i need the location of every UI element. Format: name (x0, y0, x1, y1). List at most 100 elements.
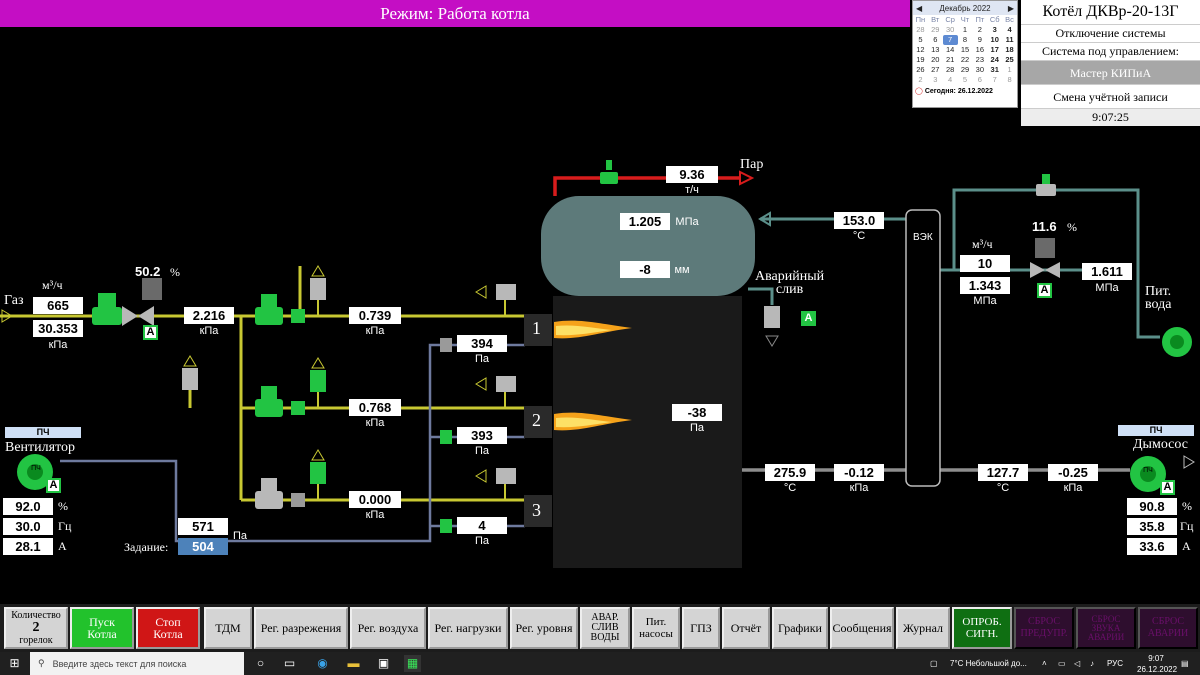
calendar-day[interactable]: 8 (1002, 75, 1017, 85)
weather-text[interactable]: 7°C Небольшой до... (950, 652, 1027, 675)
calendar-day[interactable]: 22 (958, 55, 973, 65)
file-explorer-icon[interactable]: ▬ (345, 655, 362, 672)
fan-auto-badge[interactable]: A (46, 478, 61, 493)
calendar-day[interactable]: 27 (928, 65, 943, 75)
calendar-day[interactable]: 18 (1002, 45, 1017, 55)
calendar-day[interactable]: 29 (928, 25, 943, 35)
steam-flow-unit: т/ч (685, 184, 699, 196)
calendar-day[interactable]: 2 (913, 75, 928, 85)
taskbar-time: 9:07 (1148, 654, 1164, 663)
reset-warning-button[interactable]: СБРОС ПРЕДУПР. (1014, 607, 1074, 649)
burner-count-button[interactable]: Количество 2 горелок (4, 607, 68, 649)
calendar-day[interactable]: 5 (913, 35, 928, 45)
weather-icon[interactable]: ▢ (930, 652, 938, 675)
calendar-day[interactable]: 10 (987, 35, 1002, 45)
reg-air-button[interactable]: Рег. воздуха (350, 607, 426, 649)
calendar-day[interactable]: 28 (913, 25, 928, 35)
calendar-day[interactable]: 15 (958, 45, 973, 55)
next-month-icon[interactable]: ▶ (1008, 4, 1014, 13)
notifications-icon[interactable]: ▤ (1181, 652, 1189, 675)
stop-boiler-button[interactable]: Стоп Котла (136, 607, 200, 649)
calendar-day[interactable]: 9 (972, 35, 987, 45)
burner3-number[interactable]: 3 (532, 500, 541, 521)
calendar-day[interactable]: 6 (928, 35, 943, 45)
calendar-day[interactable]: 1 (958, 25, 973, 35)
reset-alarm-sound-button[interactable]: СБРОС ЗВУКА АВАРИИ (1076, 607, 1136, 649)
calendar-day[interactable]: 26 (913, 65, 928, 75)
calendar-day[interactable]: 30 (972, 65, 987, 75)
calendar-today[interactable]: ◯ Сегодня: 26.12.2022 (913, 85, 1017, 97)
calendar-day[interactable]: 4 (1002, 25, 1017, 35)
calendar-day[interactable]: 28 (943, 65, 958, 75)
calendar-day[interactable]: 5 (958, 75, 973, 85)
calendar-day[interactable]: 6 (972, 75, 987, 85)
switch-account-button[interactable]: Смена учётной записи (1021, 84, 1200, 108)
start-boiler-button[interactable]: Пуск Котла (70, 607, 134, 649)
start-menu-icon[interactable]: ⊞ (6, 655, 23, 672)
test-signal-button[interactable]: ОПРОБ. СИГН. (952, 607, 1012, 649)
calendar-grid[interactable]: Пн Вт Ср Чт Пт Сб Вс 28 29 30 1 2 3 4 5 6 7 8 9 10 11 12 13 14 1… (913, 15, 1017, 85)
gas-pressure-value: 30.353 (33, 320, 83, 337)
calendar-day[interactable]: 21 (943, 55, 958, 65)
cortana-icon[interactable]: ○ (252, 655, 269, 672)
report-button[interactable]: Отчёт (722, 607, 770, 649)
calendar-day[interactable]: 3 (987, 25, 1002, 35)
reg-vacuum-button[interactable]: Рег. разрежения (254, 607, 348, 649)
prev-month-icon[interactable]: ◀ (916, 4, 922, 13)
calendar-day[interactable]: 2 (972, 25, 987, 35)
edge-browser-icon[interactable]: ◉ (314, 655, 331, 672)
messages-button[interactable]: Сообщения (830, 607, 894, 649)
task-view-icon[interactable]: ▭ (281, 655, 298, 672)
journal-button[interactable]: Журнал (896, 607, 950, 649)
calendar-day[interactable]: 19 (913, 55, 928, 65)
emergency-drain-auto-badge[interactable]: A (801, 311, 816, 326)
feedwater-valve-auto-badge[interactable]: A (1037, 283, 1052, 298)
reg-level-button[interactable]: Рег. уровня (510, 607, 578, 649)
calendar-day[interactable]: 17 (987, 45, 1002, 55)
calendar-day[interactable]: 3 (928, 75, 943, 85)
calendar-day[interactable]: 12 (913, 45, 928, 55)
feed-pumps-button[interactable]: Пит. насосы (632, 607, 680, 649)
calendar-day[interactable]: 7 (942, 35, 958, 45)
burner1-number[interactable]: 1 (532, 318, 541, 339)
scada-app-icon[interactable]: ▦ (404, 655, 421, 672)
network-icon[interactable]: ▭ (1058, 652, 1066, 675)
shutdown-button[interactable]: Отключение системы (1021, 24, 1200, 42)
exhauster-auto-badge[interactable]: A (1160, 480, 1175, 495)
calendar-day[interactable]: 8 (958, 35, 973, 45)
speaker-icon[interactable]: ♪ (1090, 652, 1094, 675)
calendar-day[interactable]: 7 (987, 75, 1002, 85)
calendar-day[interactable]: 11 (1002, 35, 1017, 45)
calendar-day[interactable]: 24 (987, 55, 1002, 65)
burner1-gas-pressure: 0.739 (349, 307, 401, 324)
gas-valve-auto-badge[interactable]: A (143, 325, 158, 340)
tdm-button[interactable]: ТДМ (204, 607, 252, 649)
calendar-day[interactable]: 1 (1002, 65, 1017, 75)
calendar-day[interactable]: 16 (972, 45, 987, 55)
calendar-day[interactable]: 31 (987, 65, 1002, 75)
calendar-day[interactable]: 20 (928, 55, 943, 65)
calendar-day[interactable]: 30 (943, 25, 958, 35)
volume-icon[interactable]: ◁ (1074, 652, 1080, 675)
gpz-button[interactable]: ГПЗ (682, 607, 720, 649)
burner2-number[interactable]: 2 (532, 410, 541, 431)
reg-load-button[interactable]: Рег. нагрузки (428, 607, 508, 649)
taskbar-search[interactable]: ⚲ Введите здесь текст для поиска (30, 652, 244, 675)
language-indicator[interactable]: РУС (1107, 652, 1123, 675)
calendar-day[interactable]: 4 (943, 75, 958, 85)
calendar-weekday: Вс (1005, 15, 1014, 24)
calendar-month: Декабрь 2022 (939, 3, 991, 13)
calendar-day[interactable]: 14 (943, 45, 958, 55)
reset-alarm-button[interactable]: СБРОС АВАРИИ (1138, 607, 1198, 649)
fan-setpoint[interactable]: 504 (178, 538, 228, 555)
tray-chevron-icon[interactable]: ˄ (1042, 652, 1047, 675)
charts-button[interactable]: Графики (772, 607, 828, 649)
calendar-day[interactable]: 13 (928, 45, 943, 55)
calendar-day[interactable]: 23 (972, 55, 987, 65)
calendar-day[interactable]: 25 (1002, 55, 1017, 65)
remote-desktop-icon[interactable]: ▣ (375, 655, 392, 672)
calendar-widget[interactable]: ◀ Декабрь 2022 ▶ Пн Вт Ср Чт Пт Сб Вс 28 29 30 1 2 3… (912, 0, 1018, 108)
calendar-day[interactable]: 29 (958, 65, 973, 75)
taskbar-clock[interactable]: 9:07 26.12.2022 (1137, 653, 1177, 675)
emergency-drain-button[interactable]: АВАР. СЛИВ ВОДЫ (580, 607, 630, 649)
